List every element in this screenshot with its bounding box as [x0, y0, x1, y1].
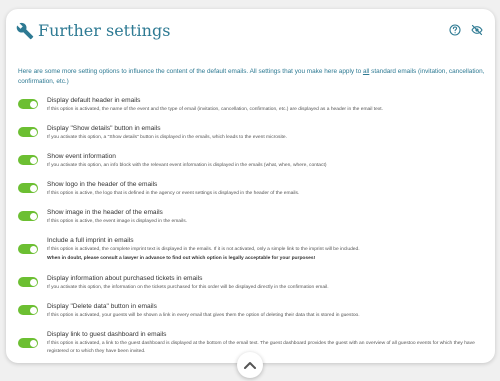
toggle-switch[interactable]	[18, 277, 38, 287]
setting-label: Display default header in emails	[47, 97, 141, 104]
setting-description: If you activate this option, the informa…	[47, 285, 329, 290]
collapse-button[interactable]	[237, 352, 263, 378]
legal-warning: When in doubt, please consult a lawyer i…	[47, 256, 316, 261]
setting-label: Include a full imprint in emails	[47, 237, 134, 244]
setting-description: If this option is activated, the name of…	[47, 107, 384, 112]
setting-label: Display information about purchased tick…	[47, 275, 203, 282]
toggle-switch[interactable]	[18, 183, 38, 193]
toggle-switch[interactable]	[18, 127, 38, 137]
setting-description: If this option is active, the logo that …	[47, 191, 300, 196]
setting-description: If you activate this option, a "Show det…	[47, 135, 287, 140]
toggle-switch[interactable]	[18, 211, 38, 221]
toggle-switch[interactable]	[18, 338, 38, 348]
wrench-icon	[16, 22, 34, 40]
setting-description: If this option is active, the event imag…	[47, 219, 187, 224]
setting-label: Display link to guest dashboard in email…	[47, 331, 167, 338]
setting-description: If this option is activated, a link to t…	[47, 341, 475, 354]
toggle-switch[interactable]	[18, 305, 38, 315]
panel-header: Further settings	[16, 20, 485, 44]
further-settings-panel: Further settings Here are some more sett…	[6, 9, 495, 363]
setting-label: Show image in the header of the emails	[47, 209, 163, 216]
setting-description: If this option is activated, your guests…	[47, 313, 360, 318]
toggle-switch[interactable]	[18, 99, 38, 109]
panel-title: Further settings	[38, 21, 171, 40]
setting-label: Display "Show details" button in emails	[47, 125, 161, 132]
eye-slash-icon[interactable]	[471, 24, 483, 36]
setting-label: Display "Delete data" button in emails	[47, 303, 157, 310]
setting-label: Show logo in the header of the emails	[47, 181, 158, 188]
setting-description: If you activate this option, an info blo…	[47, 163, 327, 168]
setting-description: If this option is activated, the complet…	[47, 247, 360, 252]
help-circle-icon[interactable]	[448, 24, 461, 36]
toggle-switch[interactable]	[18, 244, 38, 254]
setting-label: Show event information	[47, 153, 116, 160]
toggle-switch[interactable]	[18, 155, 38, 165]
intro-text: Here are some more setting options to in…	[18, 68, 485, 85]
chevron-up-icon	[244, 362, 256, 369]
